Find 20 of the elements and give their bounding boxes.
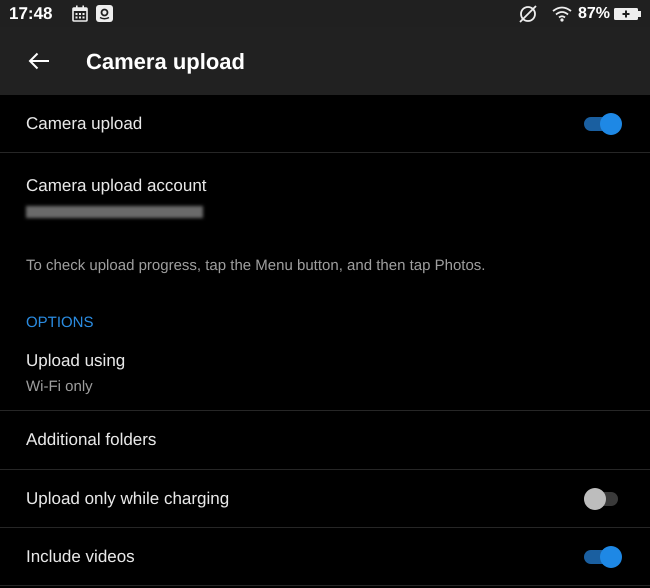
setting-label: Camera upload — [26, 112, 144, 135]
battery-charging-icon — [614, 6, 641, 20]
setting-value: Wi-Fi only — [26, 376, 94, 396]
setting-label: Upload only while charging — [26, 488, 230, 510]
calendar-icon — [72, 5, 88, 22]
toggle-switch[interactable] — [584, 544, 622, 568]
clock: 17:48 — [9, 2, 52, 25]
section-header: OPTIONS — [26, 314, 94, 331]
info-text: To check upload progress, tap the Menu button, and then tap Photos. — [26, 257, 486, 274]
screen-title: Camera upload — [86, 48, 245, 76]
setting-label: Include videos — [26, 546, 136, 568]
battery-percent: 87% — [578, 4, 610, 24]
setting-label[interactable]: Upload using — [26, 348, 650, 374]
setting-label[interactable]: Additional folders — [26, 427, 156, 453]
setting-label: Camera upload account — [26, 175, 208, 197]
no-sim-icon — [518, 4, 538, 24]
back-arrow-icon[interactable] — [28, 52, 50, 70]
shopping-app-icon — [96, 5, 114, 22]
wifi-icon — [552, 6, 572, 22]
toggle-switch[interactable] — [584, 112, 622, 136]
